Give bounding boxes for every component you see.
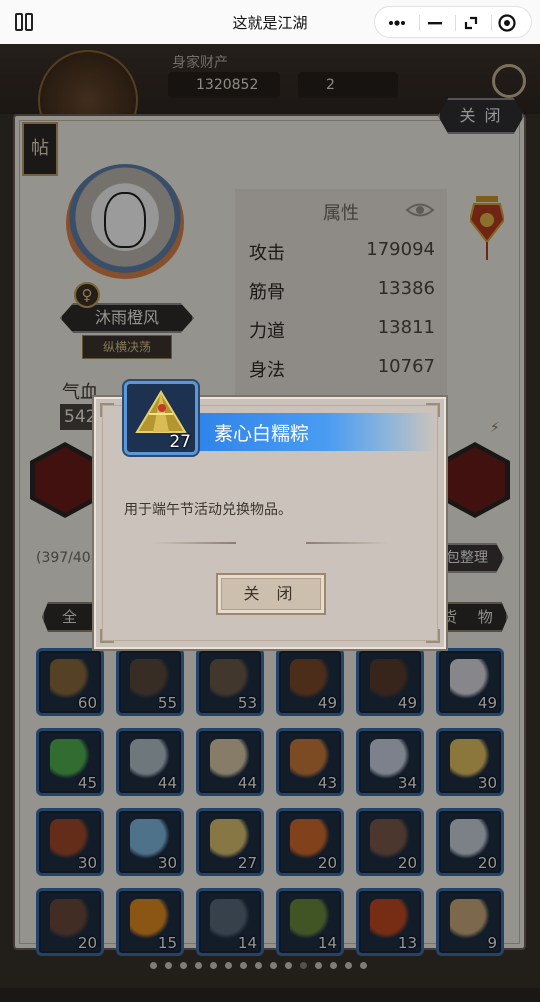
corner-ornament [426, 629, 440, 643]
divider-right [306, 542, 388, 544]
minimize-icon[interactable] [425, 13, 445, 33]
item-description: 用于端午节活动兑换物品。 [124, 502, 292, 518]
item-quantity: 27 [169, 432, 191, 452]
restore-window-icon[interactable] [461, 13, 481, 33]
item-icon-frame: 27 [124, 381, 198, 455]
corner-ornament [100, 403, 114, 417]
close-mini-program-icon[interactable] [497, 13, 517, 33]
item-detail-modal: 素心白糯粽 27 用于端午节活动兑换物品。 关 闭 [94, 381, 446, 649]
modal-close-button[interactable]: 关 闭 [216, 573, 326, 615]
more-dots-icon[interactable] [387, 13, 407, 33]
mini-program-top-bar: 这就是江湖 [0, 0, 540, 44]
capsule-separator [419, 15, 420, 31]
item-name: 素心白糯粽 [214, 423, 310, 445]
capsule-menu [374, 6, 532, 38]
divider-left [154, 542, 236, 544]
corner-ornament [100, 629, 114, 643]
capsule-separator [491, 15, 492, 31]
capsule-separator [455, 15, 456, 31]
